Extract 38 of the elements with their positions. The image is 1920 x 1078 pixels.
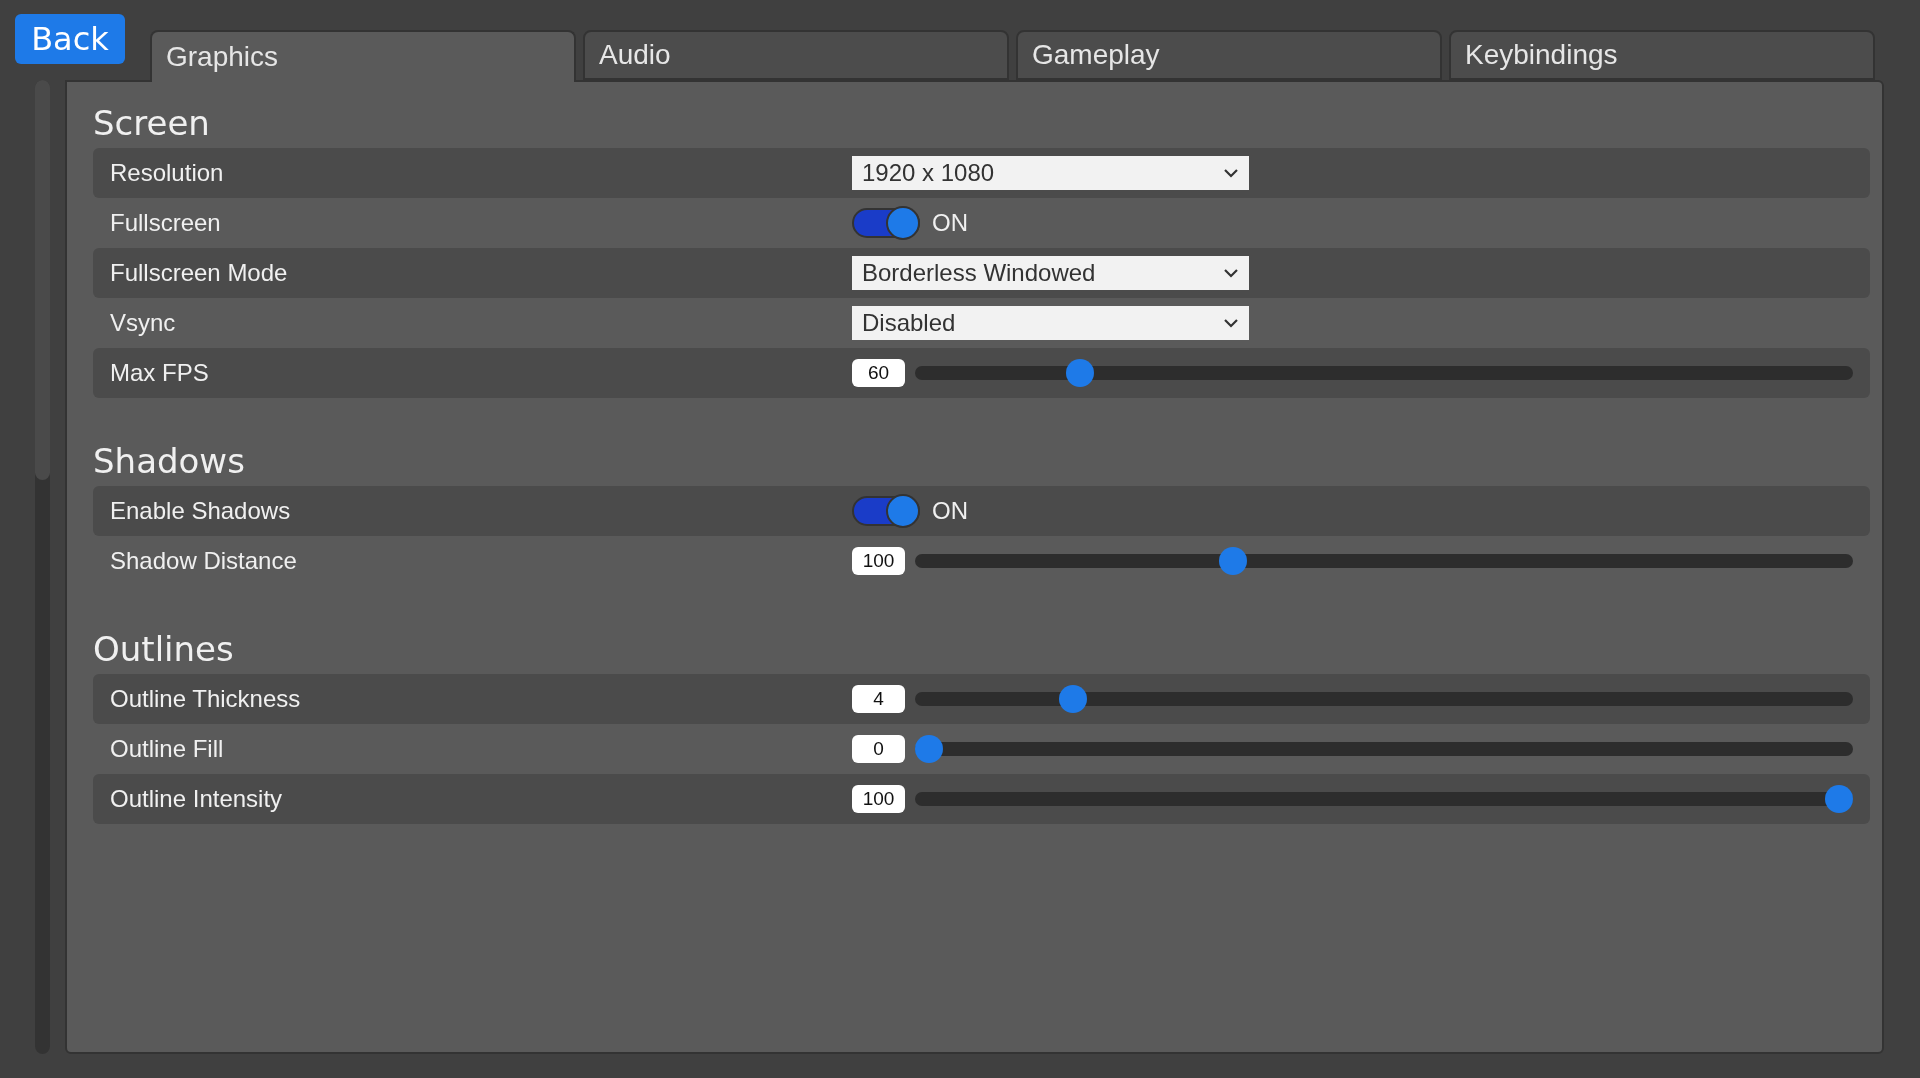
toggle-state: ON: [932, 209, 968, 237]
value-field[interactable]: 60: [852, 359, 905, 387]
toggle-switch[interactable]: [852, 496, 920, 526]
setting-label: Resolution: [110, 159, 225, 187]
value-field[interactable]: 4: [852, 685, 905, 713]
section-heading: Screen: [93, 102, 211, 145]
slider-thumb[interactable]: [915, 735, 943, 763]
dropdown[interactable]: Borderless Windowed: [852, 256, 1249, 290]
setting-label: Enable Shadows: [110, 497, 292, 525]
tab[interactable]: Gameplay: [1016, 30, 1442, 80]
slider-thumb[interactable]: [1218, 547, 1247, 575]
slider-thumb[interactable]: [1058, 685, 1087, 713]
dropdown[interactable]: 1920 x 1080: [852, 156, 1249, 190]
back-button[interactable]: Back: [15, 14, 125, 64]
dropdown[interactable]: Disabled: [852, 306, 1249, 340]
setting-label: Fullscreen Mode: [110, 259, 289, 287]
tab[interactable]: Audio: [583, 30, 1009, 80]
setting-label: Outline Thickness: [110, 685, 302, 713]
toggle-state: ON: [932, 497, 968, 525]
chevron-down-icon: [1223, 268, 1239, 278]
setting-label: Outline Intensity: [110, 785, 284, 813]
toggle-switch[interactable]: [852, 208, 920, 238]
setting-label: Shadow Distance: [110, 547, 298, 575]
value-field[interactable]: 100: [852, 785, 905, 813]
section-heading: Outlines: [93, 628, 235, 671]
setting-label: Vsync: [110, 309, 177, 337]
setting-label: Fullscreen: [110, 209, 222, 237]
chevron-down-icon: [1223, 318, 1239, 328]
tab[interactable]: Graphics: [150, 30, 576, 82]
slider-thumb[interactable]: [1825, 785, 1853, 813]
chevron-down-icon: [1223, 168, 1239, 178]
setting-label: Max FPS: [110, 359, 210, 387]
value-field[interactable]: 0: [852, 735, 905, 763]
value-field[interactable]: 100: [852, 547, 905, 575]
tab[interactable]: Keybindings: [1449, 30, 1875, 80]
setting-label: Outline Fill: [110, 735, 225, 763]
section-heading: Shadows: [93, 440, 246, 483]
slider-thumb[interactable]: [1066, 359, 1095, 387]
